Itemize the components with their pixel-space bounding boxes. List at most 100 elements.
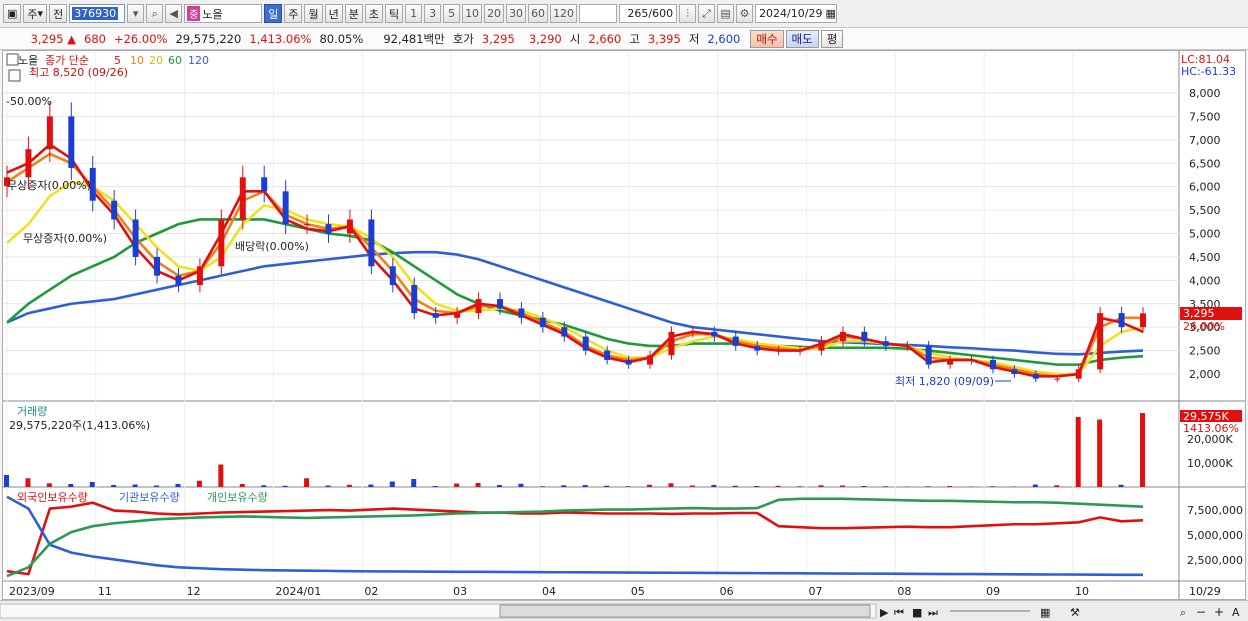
x-axis-label: 11 xyxy=(98,585,112,598)
volume-bar xyxy=(968,486,974,487)
volume-bar xyxy=(625,486,631,487)
turnover-rate: 80.05% xyxy=(319,31,364,46)
volume-bar xyxy=(325,485,331,487)
volume-bar xyxy=(668,483,674,487)
candle-body xyxy=(496,299,503,309)
candle-body xyxy=(368,219,375,267)
period-month-button[interactable]: 월 xyxy=(304,4,323,23)
chart-window: ▣ 주 ▾ 전 376930 ▾ ⌕ ◀ 중 노을 일 주 월 년 분 초 틱 1… xyxy=(0,0,1248,621)
forward-icon[interactable]: ⏭ xyxy=(928,606,938,619)
candle-body xyxy=(218,219,225,267)
interval-30-button[interactable]: 30 xyxy=(506,4,527,23)
eval-button[interactable]: 평 xyxy=(820,29,844,48)
zoom-out-icon[interactable]: − xyxy=(1196,605,1206,619)
volume-bar xyxy=(861,486,867,487)
candle-body xyxy=(196,266,203,286)
volume-bar xyxy=(496,485,502,487)
chart-area[interactable]: 8,000 7,500 7,000 6,500 6,000 5,500 5,000 4,500… xyxy=(2,50,1246,600)
interval-20-button[interactable]: 20 xyxy=(484,4,505,23)
candle-body xyxy=(261,177,268,192)
volume-bar xyxy=(25,478,31,487)
sell-button[interactable]: 매도 xyxy=(785,29,819,48)
zoom-icon[interactable]: ⌕ xyxy=(1180,606,1186,619)
volume-bar xyxy=(732,485,738,487)
volume-bar xyxy=(111,485,117,487)
volume-bar xyxy=(839,485,845,487)
interval-10-button[interactable]: 10 xyxy=(462,4,483,23)
volume-bar xyxy=(132,484,138,487)
last-pct-tag: 26.00% xyxy=(1183,320,1225,333)
candle-body xyxy=(882,341,889,346)
x-axis-right-label: 10/29 xyxy=(1189,585,1221,598)
candle-body xyxy=(1097,313,1104,370)
grid-icon[interactable]: ▦ xyxy=(1040,606,1050,619)
interval-5-button[interactable]: 5 xyxy=(443,4,461,23)
code-dropdown-icon[interactable]: ▾ xyxy=(127,4,145,23)
interval-dropdown[interactable] xyxy=(579,4,618,23)
candle-body xyxy=(1140,313,1146,328)
stock-name-field[interactable]: 중 노을 xyxy=(184,4,263,23)
candle-body xyxy=(346,219,353,234)
candle-body xyxy=(454,313,461,318)
draw-icon[interactable]: ⤢ xyxy=(698,4,716,23)
period-week-button[interactable]: 주 xyxy=(284,4,303,23)
period-day-button[interactable]: 일 xyxy=(264,4,283,23)
candle-body xyxy=(797,350,804,352)
candle-body xyxy=(46,116,53,150)
interval-3-button[interactable]: 3 xyxy=(424,4,442,23)
holdings-tick-2500000: 2,500,000 xyxy=(1187,554,1243,567)
holdings-line-1 xyxy=(6,495,1143,577)
layout-icon[interactable]: ▣ xyxy=(3,4,22,23)
chart-canvas[interactable]: 8,000 7,500 7,000 6,500 6,000 5,500 5,000 4,500… xyxy=(3,51,1245,599)
volume-bar xyxy=(818,485,824,487)
font-size-icon[interactable]: A xyxy=(1232,606,1240,619)
zoom-in-icon[interactable]: + xyxy=(1214,605,1224,619)
candle-body xyxy=(518,308,525,318)
count-input[interactable]: 265/600 xyxy=(619,4,678,23)
save-icon[interactable]: ▤ xyxy=(717,4,735,23)
volume-bar xyxy=(154,485,160,487)
period-tick-button[interactable]: 틱 xyxy=(384,4,404,23)
ma-60-legend: 60 xyxy=(168,54,182,67)
last-price-tag: 3,295 xyxy=(1183,307,1215,320)
period-second-button[interactable]: 초 xyxy=(364,4,383,23)
rewind-icon[interactable]: ⏮ xyxy=(894,606,904,619)
volume-bar xyxy=(46,483,52,487)
scroll-right-icon[interactable]: ▶ xyxy=(880,606,889,619)
period-year-button[interactable]: 년 xyxy=(324,4,343,23)
type-dropdown[interactable]: 주 ▾ xyxy=(23,4,48,23)
candle-body xyxy=(175,275,182,286)
x-axis-label: 09 xyxy=(986,585,1000,598)
buy-button[interactable]: 매수 xyxy=(750,29,784,48)
search-icon[interactable]: ⌕ xyxy=(146,4,164,23)
candle-body xyxy=(925,345,932,365)
price-tick-label: 7,500 xyxy=(1189,110,1221,123)
prev-button[interactable]: 전 xyxy=(49,4,68,23)
volume-bar xyxy=(754,486,760,487)
event-note-2: 무상증자(0.00%) xyxy=(23,232,107,245)
sound-icon[interactable]: ◀ xyxy=(165,4,183,23)
candle-body xyxy=(947,359,954,365)
gear-icon[interactable]: ⚙ xyxy=(736,4,754,23)
candle-icon[interactable]: ⫶ xyxy=(679,4,697,23)
holdings-line-2 xyxy=(6,497,1144,578)
candle-body xyxy=(154,256,161,276)
candle-body xyxy=(304,224,311,226)
scroll-bar[interactable]: ▶ ⏮ ■ ⏭ ▦ ⚒ ⌕ − + A xyxy=(0,600,1248,621)
volume-bar xyxy=(1075,417,1081,487)
stock-code-input[interactable]: 376930 xyxy=(69,4,126,23)
tools-icon[interactable]: ⚒ xyxy=(1070,606,1080,619)
interval-120-button[interactable]: 120 xyxy=(550,4,578,23)
interval-60-button[interactable]: 60 xyxy=(528,4,549,23)
period-minute-button[interactable]: 분 xyxy=(344,4,363,23)
current-price: 3,295 ▲ xyxy=(30,31,76,46)
date-input[interactable]: 2024/10/29 ▦ xyxy=(755,4,838,23)
stop-icon[interactable]: ■ xyxy=(912,606,922,619)
volume-bar xyxy=(432,486,438,487)
low-label: 저 xyxy=(688,31,700,46)
interval-1-button[interactable]: 1 xyxy=(405,4,423,23)
calendar-icon[interactable]: ▦ xyxy=(825,7,835,20)
scroll-thumb[interactable] xyxy=(499,604,871,618)
x-axis-label: 04 xyxy=(542,585,556,598)
candle-body xyxy=(668,331,675,356)
